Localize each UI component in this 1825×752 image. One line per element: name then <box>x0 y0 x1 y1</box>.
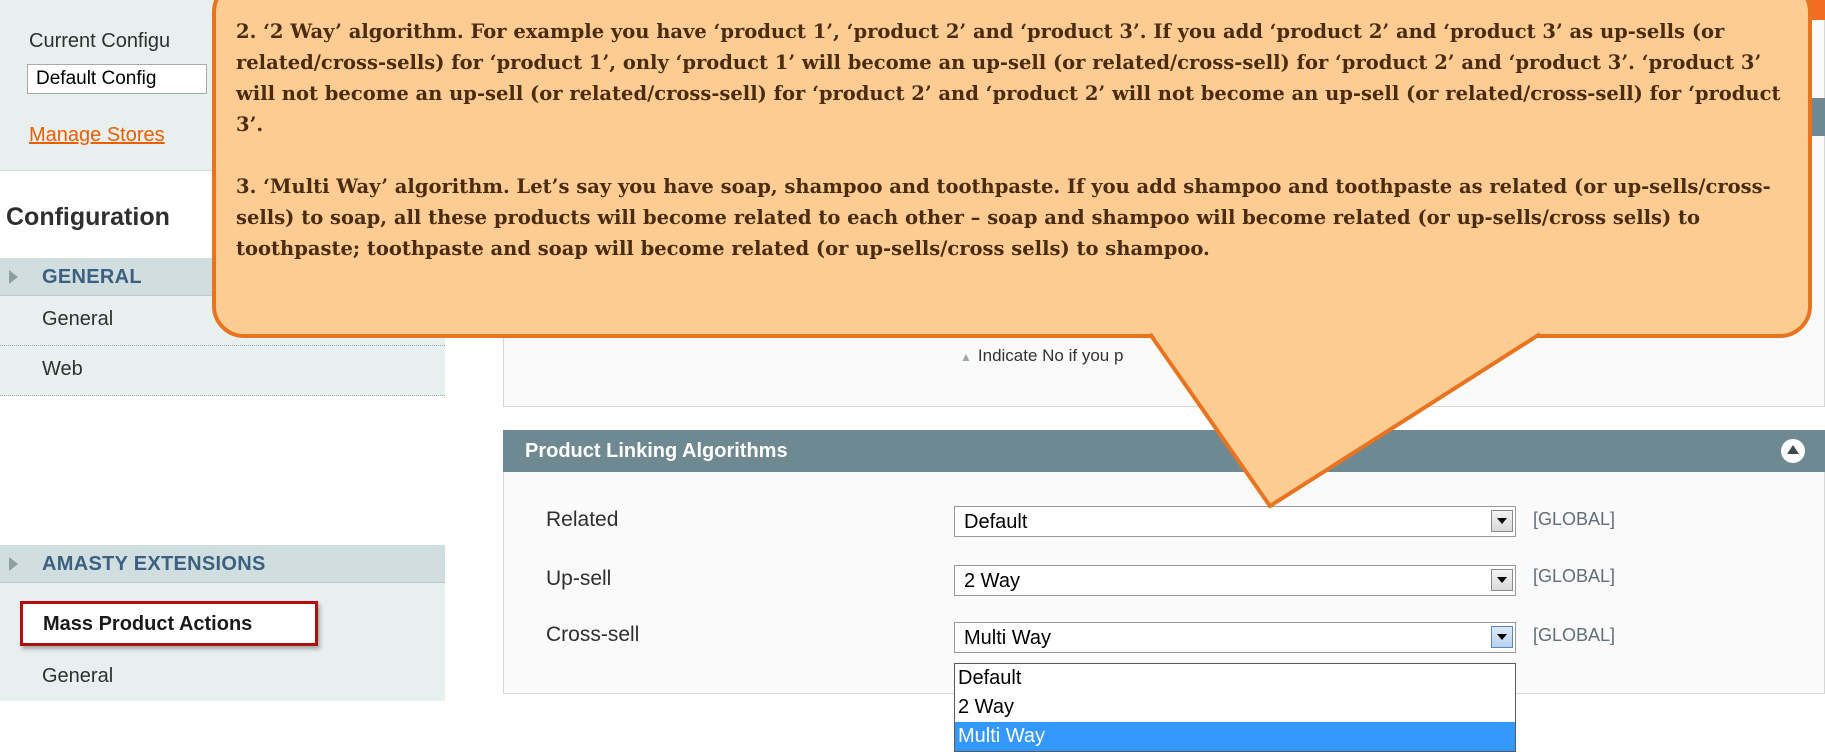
sidebar-group-title: GENERAL <box>42 266 142 288</box>
expand-triangle-icon <box>9 557 18 571</box>
scope-select[interactable]: Default Config <box>27 64 207 94</box>
sidebar-group-amasty-extensions[interactable]: AMASTY EXTENSIONS <box>0 545 445 583</box>
callout-paragraph-multiway: 3. ‘Multi Way’ algorithm. Let’s say you … <box>236 175 1771 260</box>
field-hint: ▲ Indicate No if you p <box>960 346 1123 366</box>
scope-tag: [GLOBAL] <box>1533 625 1616 645</box>
expand-triangle-icon <box>9 270 18 284</box>
dropdown-option[interactable]: Default <box>955 664 1515 693</box>
related-select[interactable]: Default <box>954 506 1516 537</box>
hint-text: Indicate No if you p <box>977 346 1124 365</box>
related-label: Related <box>546 508 619 531</box>
sidebar-item-label: Mass Product Actions <box>43 613 253 635</box>
sidebar-item-web[interactable]: Web <box>0 346 445 396</box>
sidebar-group-title: AMASTY EXTENSIONS <box>42 553 266 575</box>
crosssell-dropdown-list[interactable]: Default 2 Way Multi Way <box>954 663 1516 752</box>
upsell-select[interactable]: 2 Way <box>954 565 1516 596</box>
select-value: 2 Way <box>964 570 1020 592</box>
dropdown-option-selected[interactable]: Multi Way <box>955 722 1515 751</box>
chevron-down-icon[interactable] <box>1491 510 1513 532</box>
manage-stores-link[interactable]: Manage Stores <box>29 124 165 147</box>
scope-tag: [GLOBAL] <box>1533 509 1616 529</box>
select-value: Multi Way <box>964 627 1052 649</box>
section-header-product-linking[interactable]: Product Linking Algorithms <box>503 430 1825 472</box>
chevron-down-icon[interactable] <box>1491 626 1513 648</box>
chevron-down-icon[interactable] <box>1491 569 1513 591</box>
crosssell-select[interactable]: Multi Way <box>954 622 1516 653</box>
section-title: Product Linking Algorithms <box>525 440 788 462</box>
upsell-label: Up-sell <box>546 567 612 590</box>
scope-tag: [GLOBAL] <box>1533 566 1616 586</box>
hint-arrow-icon: ▲ <box>960 350 972 364</box>
sidebar-item-label: Web <box>42 358 83 380</box>
sidebar-item-mass-product-actions[interactable]: Mass Product Actions <box>20 601 318 646</box>
crosssell-label: Cross-sell <box>546 623 640 646</box>
sidebar-item-label: General <box>42 665 114 687</box>
scope-label: Current Configu <box>29 30 171 52</box>
select-value: Default <box>964 511 1028 533</box>
sidebar-item-general-2[interactable]: General <box>0 655 445 701</box>
configuration-heading: Configuration <box>6 203 170 231</box>
sidebar-item-label: General <box>42 308 114 330</box>
collapse-icon[interactable] <box>1781 439 1805 463</box>
callout-paragraph-2way: 2. ‘2 Way’ algorithm. For example you ha… <box>236 20 1781 136</box>
callout-text: 2. ‘2 Way’ algorithm. For example you ha… <box>236 16 1796 295</box>
dropdown-option[interactable]: 2 Way <box>955 693 1515 722</box>
